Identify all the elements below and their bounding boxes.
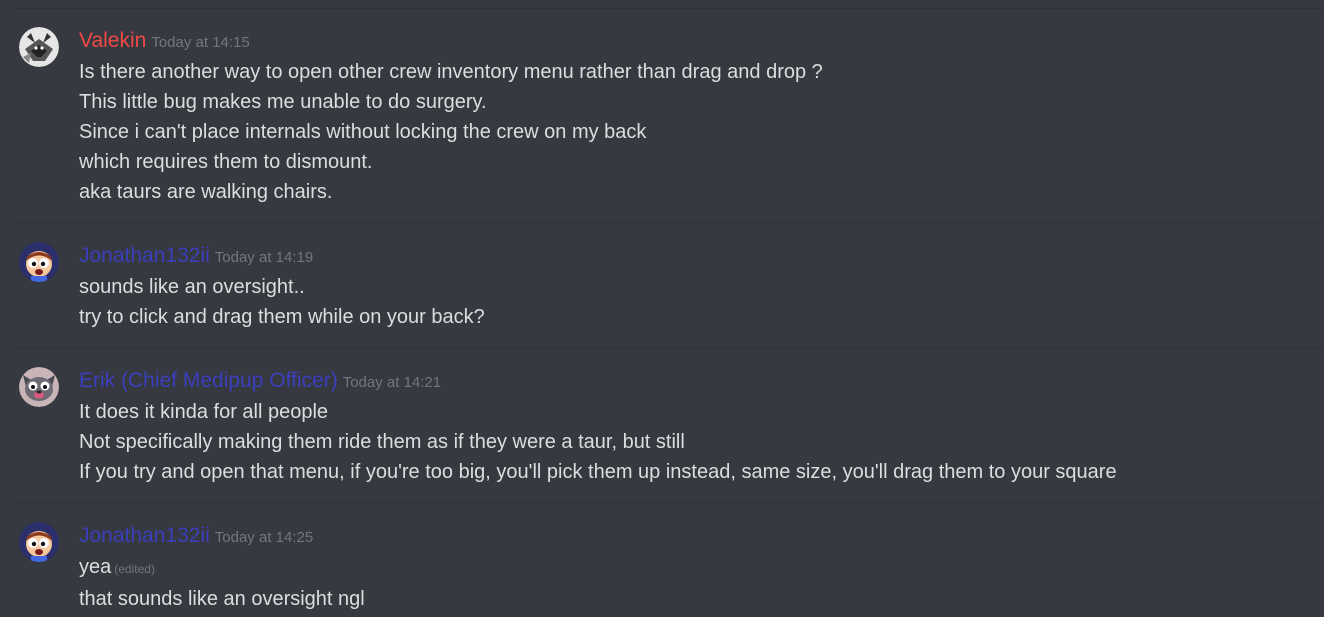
message-divider [18, 222, 1324, 223]
message-header: Jonathan132ii Today at 14:19 [79, 242, 313, 272]
message-line: aka taurs are walking chairs. [79, 181, 333, 203]
message-line: that sounds like an oversight ngl [79, 588, 365, 610]
message: Erik (Chief Medipup Officer) Today at 14:… [0, 367, 1324, 487]
message: Jonathan132ii Today at 14:19 sounds like … [0, 242, 1324, 332]
message-divider [18, 8, 1324, 9]
username[interactable]: Valekin [79, 29, 146, 52]
message-text: yea [79, 556, 112, 578]
message: Valekin Today at 14:15 Is there another w… [0, 27, 1324, 207]
message-content: yea (edited) that sounds like an oversigh… [79, 552, 1304, 614]
message-line: If you try and open that menu, if you're… [79, 461, 1117, 483]
wolf-avatar-icon[interactable] [19, 27, 59, 67]
timestamp: Today at 14:19 [214, 249, 314, 266]
message-line: This little bug makes me unable to do su… [79, 91, 487, 113]
message-line: yea (edited) [79, 552, 1304, 584]
message: Jonathan132ii Today at 14:25 yea (edited) … [0, 522, 1324, 617]
timestamp: Today at 14:21 [342, 374, 442, 391]
message-divider [18, 502, 1324, 503]
message-line: Not specifically making them ride them a… [79, 431, 685, 453]
message-line: It does it kinda for all people [79, 401, 329, 423]
message-line: sounds like an oversight.. [79, 276, 305, 298]
username[interactable]: Jonathan132ii [79, 524, 210, 547]
cartoon-face-avatar-icon[interactable] [19, 242, 59, 282]
username[interactable]: Jonathan132ii [79, 244, 210, 267]
message-line: Is there another way to open other crew … [79, 61, 823, 83]
username[interactable]: Erik (Chief Medipup Officer) [79, 369, 338, 392]
chat-log: Valekin Today at 14:15 Is there another w… [0, 0, 1324, 617]
message-header: Jonathan132ii Today at 14:25 [79, 522, 313, 552]
cartoon-face-avatar-icon[interactable] [19, 522, 59, 562]
message-line: Since i can't place internals without lo… [79, 121, 647, 143]
message-content: Is there another way to open other crew … [79, 57, 1304, 207]
dog-avatar-icon[interactable] [19, 367, 59, 407]
timestamp: Today at 14:25 [214, 529, 314, 546]
edited-label: (edited) [114, 562, 155, 576]
message-content: It does it kinda for all people Not spec… [79, 397, 1304, 487]
message-divider [18, 347, 1324, 348]
message-line: which requires them to dismount. [79, 151, 373, 173]
message-header: Valekin Today at 14:15 [79, 27, 250, 57]
timestamp: Today at 14:15 [151, 34, 250, 51]
message-line: try to click and drag them while on your… [79, 306, 485, 328]
message-header: Erik (Chief Medipup Officer) Today at 14:… [79, 367, 441, 397]
message-content: sounds like an oversight.. try to click … [79, 272, 1304, 332]
